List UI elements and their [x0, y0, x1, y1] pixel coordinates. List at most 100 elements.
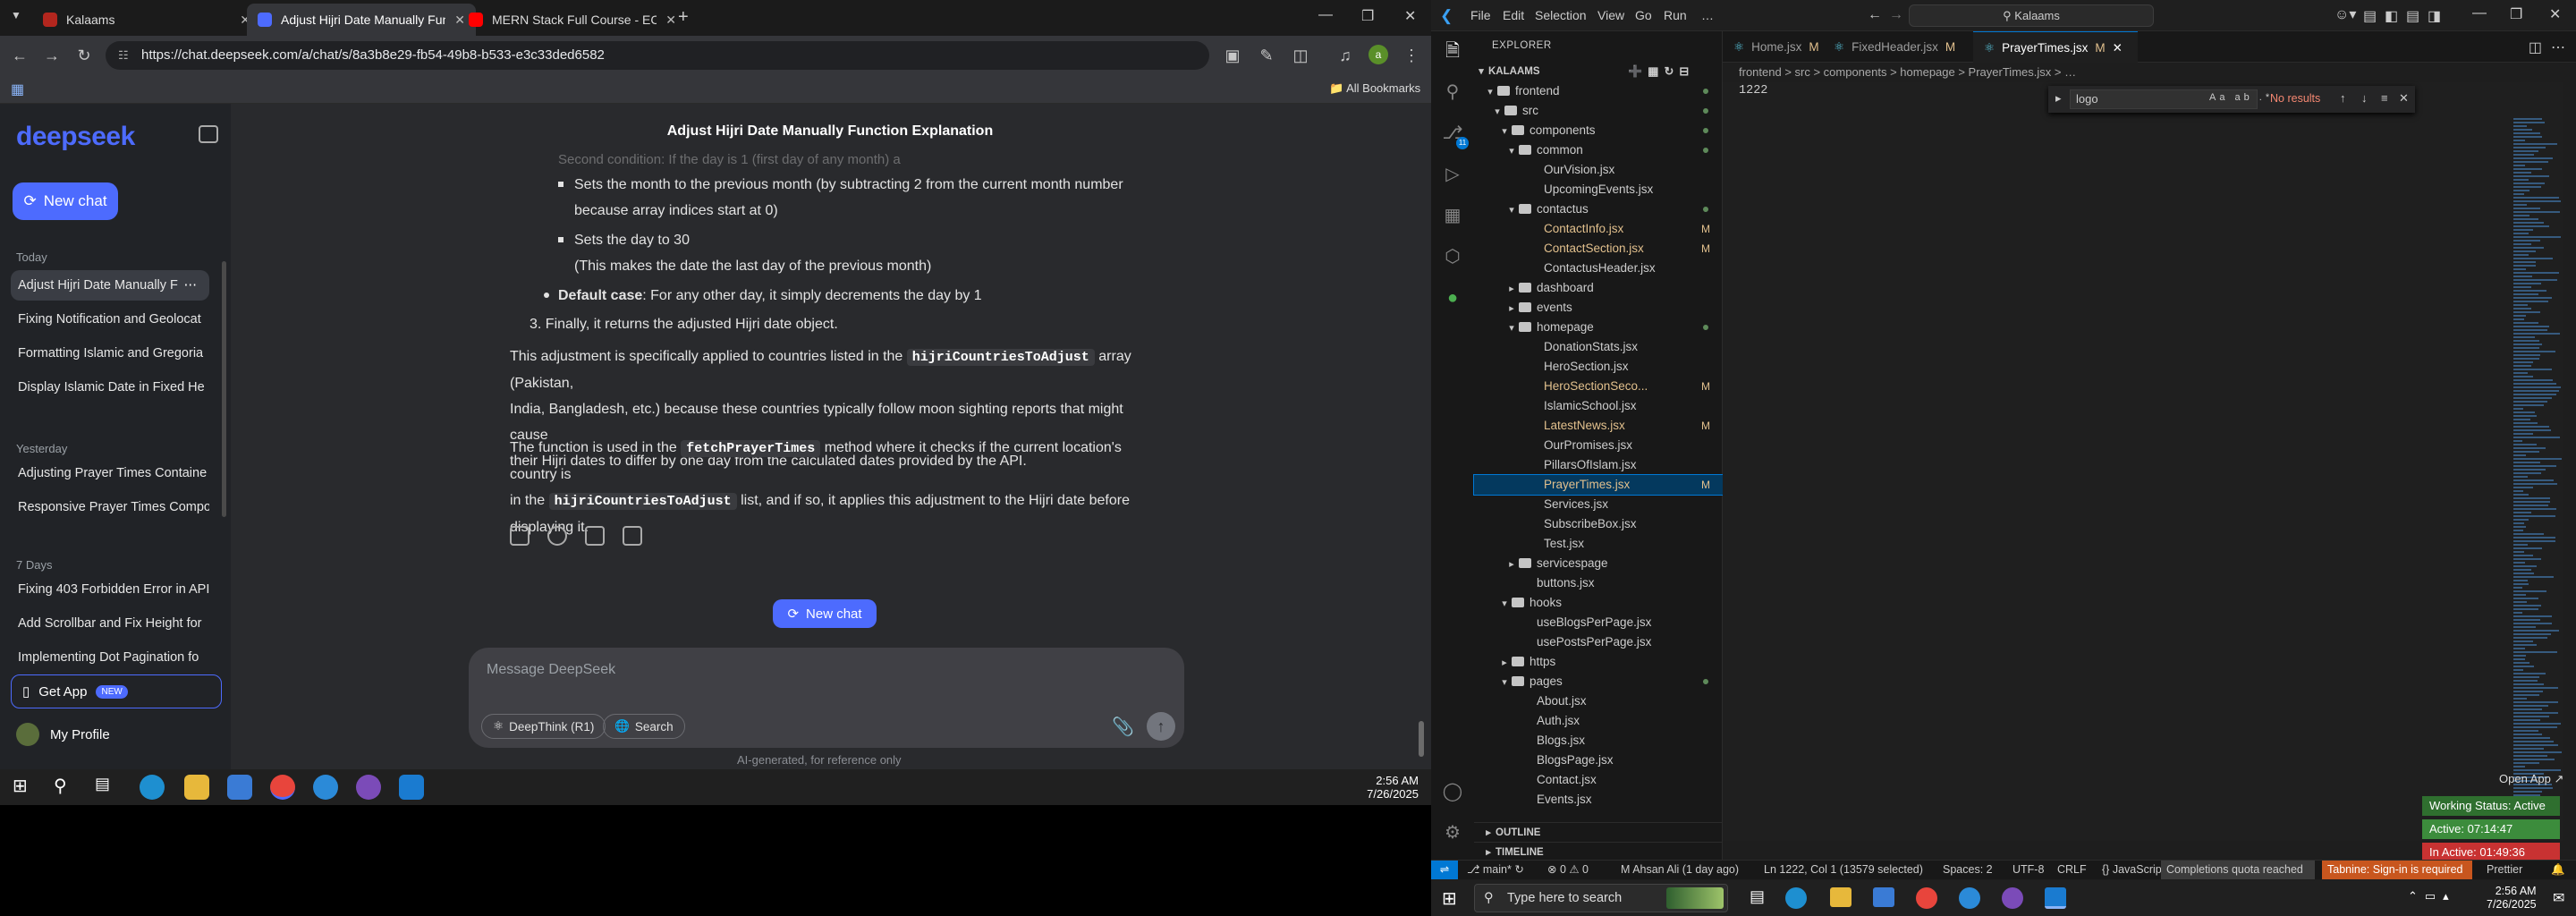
chevron-right-icon[interactable]: ▸ — [2055, 91, 2062, 106]
taskbar-search-input[interactable]: ⚲ Type here to search — [1474, 884, 1728, 912]
minimize-icon[interactable]: — — [1318, 7, 1333, 23]
tab-home[interactable]: ⚛ Home.jsx M — [1723, 31, 1823, 63]
notifications-icon[interactable]: 🔔 — [2551, 861, 2565, 879]
task-view-icon[interactable]: ▤ — [95, 775, 120, 800]
menu-file[interactable]: File — [1470, 8, 1491, 22]
tray-icons[interactable]: ⌃▭▴ — [2408, 889, 2456, 903]
tree-file[interactable]: PillarsOfIslam.jsx — [1474, 455, 1723, 475]
avatar[interactable]: a — [1368, 45, 1388, 64]
explorer-actions[interactable]: ➕▦↻⊟ — [1628, 62, 1694, 81]
media-icon[interactable]: ♫ — [1335, 45, 1356, 66]
file-explorer-icon[interactable] — [1830, 887, 1852, 907]
copy-icon[interactable] — [510, 526, 530, 546]
new-tab-button[interactable]: + — [678, 7, 689, 28]
prettier-status[interactable]: Prettier — [2487, 861, 2544, 879]
menu-icon[interactable]: ⋮ — [1401, 45, 1422, 66]
forward-icon[interactable]: → — [41, 45, 63, 66]
new-chat-button[interactable]: ⟳ New chat — [13, 182, 118, 220]
tree-folder[interactable]: ▾ hooks — [1474, 593, 1723, 613]
tree-file[interactable]: buttons.jsx — [1474, 573, 1723, 593]
thumbs-down-icon[interactable] — [623, 526, 642, 546]
code-editor[interactable]: 1222 — [1723, 82, 2510, 841]
extension-icon[interactable]: ▣ — [1222, 45, 1243, 66]
workspace-root[interactable]: ▾ KALAAMS ➕▦↻⊟ — [1474, 62, 1723, 81]
restore-icon[interactable]: ❐ — [1361, 7, 1374, 25]
tree-file[interactable]: BlogsPage.jsx — [1474, 751, 1723, 770]
chat-item[interactable]: Implementing Dot Pagination fo — [11, 642, 209, 673]
find-in-selection-icon[interactable]: ≡ — [2381, 91, 2388, 105]
apps-icon[interactable]: ▦ — [11, 81, 24, 98]
close-window-icon[interactable]: ✕ — [2549, 5, 2561, 23]
tree-file[interactable]: About.jsx — [1474, 691, 1723, 711]
search-icon[interactable]: ⚲ — [54, 775, 79, 800]
back-icon[interactable]: ← — [9, 45, 30, 66]
chrome-icon[interactable] — [1916, 887, 1937, 909]
breadcrumb[interactable]: frontend > src > components > homepage >… — [1723, 63, 2576, 82]
new-chat-floating-button[interactable]: ⟳ New chat — [773, 599, 877, 628]
all-bookmarks[interactable]: 📁 All Bookmarks — [1329, 81, 1420, 96]
store-icon[interactable] — [1873, 887, 1894, 907]
tab-search-icon[interactable]: ▼ — [11, 9, 21, 21]
close-icon[interactable]: ✕ — [665, 13, 676, 28]
sidebar-scrollbar[interactable] — [222, 261, 226, 517]
tab-kalaams[interactable]: Kalaams ✕ — [32, 4, 261, 36]
app-icon[interactable] — [313, 775, 338, 800]
search-icon[interactable]: ⚲ — [1442, 81, 1463, 103]
tree-folder[interactable]: ▾ src — [1474, 101, 1723, 121]
menu-more[interactable]: … — [1701, 8, 1714, 22]
tree-file[interactable]: PrayerTimes.jsx M — [1473, 474, 1724, 496]
tabnine-status[interactable]: Tabnine: Sign-in is required — [2322, 861, 2472, 879]
menu-view[interactable]: View — [1597, 8, 1624, 22]
tree-folder[interactable]: ▾ components — [1474, 121, 1723, 140]
tree-file[interactable]: SubscribeBox.jsx — [1474, 514, 1723, 534]
remote-icon[interactable]: ⇌ — [1431, 861, 1458, 879]
menu-run[interactable]: Run — [1664, 8, 1687, 22]
tree-folder[interactable]: ▸ events — [1474, 298, 1723, 318]
timeline-section[interactable]: ▸ TIMELINE — [1474, 842, 1723, 861]
file-explorer-icon[interactable] — [184, 775, 209, 800]
completions-status[interactable]: Completions quota reached — [2161, 861, 2315, 879]
chrome-icon[interactable] — [270, 775, 295, 800]
tab-deepseek[interactable]: Adjust Hijri Date Manually Func ✕ — [247, 4, 476, 36]
windows-start-icon[interactable]: ⊞ — [13, 775, 38, 800]
deepseek-logo[interactable]: deepseek — [16, 122, 135, 152]
tree-file[interactable]: Test.jsx — [1474, 534, 1723, 554]
settings-gear-icon[interactable]: ⚙ — [1442, 822, 1463, 844]
more-actions-icon[interactable]: ⋯ — [2551, 38, 2565, 56]
cursor-position[interactable]: Ln 1222, Col 1 (13579 selected) — [1764, 861, 1923, 879]
chat-item[interactable]: Fixing 403 Forbidden Error in API — [11, 574, 209, 605]
tree-file[interactable]: ContactusHeader.jsx — [1474, 259, 1723, 278]
puzzle-icon[interactable]: ◫ — [1290, 45, 1311, 66]
tree-file[interactable]: usePostsPerPage.jsx — [1474, 632, 1723, 652]
close-window-icon[interactable]: ✕ — [1404, 7, 1416, 25]
app-icon[interactable] — [1959, 887, 1980, 909]
clock[interactable]: 2:56 AM 7/26/2025 — [2487, 885, 2537, 912]
tree-file[interactable]: Auth.jsx — [1474, 711, 1723, 731]
tree-folder[interactable]: ▾ frontend — [1474, 81, 1723, 101]
chat-item[interactable]: Add Scrollbar and Fix Height for — [11, 608, 209, 639]
chat-item[interactable]: Adjust Hijri Date Manually F ⋯ — [11, 270, 209, 301]
chat-item[interactable]: Responsive Prayer Times Compo — [11, 492, 209, 522]
chat-item[interactable]: Adjusting Prayer Times Containe — [11, 458, 209, 488]
send-button[interactable]: ↑ — [1147, 712, 1175, 741]
close-icon[interactable]: ✕ — [2113, 32, 2123, 63]
get-app-button[interactable]: ▯ Get App NEW — [11, 674, 222, 708]
chat-item[interactable]: Display Islamic Date in Fixed He — [11, 372, 209, 403]
copilot-icon[interactable]: ☺▾ — [2334, 5, 2356, 23]
match-case-icon[interactable]: Aa ab .* — [2209, 92, 2273, 103]
layout-icon[interactable]: ▤ — [2363, 7, 2377, 25]
tree-file[interactable]: useBlogsPerPage.jsx — [1474, 613, 1723, 632]
tree-folder[interactable]: ▸ servicespage — [1474, 554, 1723, 573]
edge-icon[interactable] — [1785, 887, 1807, 909]
edge-icon[interactable] — [140, 775, 165, 800]
vscode-icon[interactable] — [2045, 887, 2066, 909]
indent-status[interactable]: Spaces: 2 — [1943, 861, 1993, 879]
tree-folder[interactable]: ▾ homepage — [1474, 318, 1723, 337]
minimap[interactable] — [2510, 82, 2563, 841]
clock[interactable]: 2:56 AM 7/26/2025 — [1367, 774, 1419, 801]
menu-edit[interactable]: Edit — [1503, 8, 1524, 22]
task-view-icon[interactable]: ▤ — [1750, 887, 1765, 906]
next-match-icon[interactable]: ↓ — [2361, 91, 2368, 105]
branch-status[interactable]: ⎇ main* ↻ — [1467, 861, 1524, 879]
toggle-panel-icon[interactable]: ▤ — [2406, 7, 2419, 25]
